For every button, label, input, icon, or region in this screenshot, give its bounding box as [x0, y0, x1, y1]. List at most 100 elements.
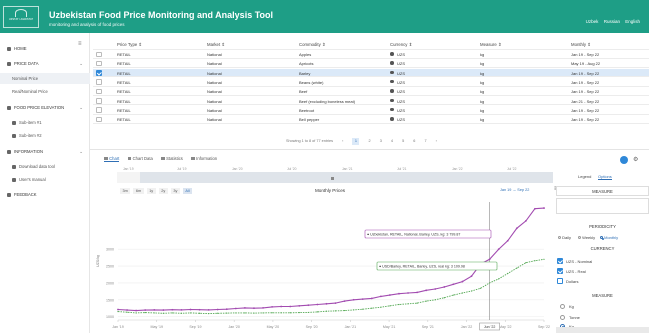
- page-button[interactable]: 2: [369, 139, 371, 143]
- data-point: [362, 308, 364, 310]
- table-row[interactable]: RETAIL National Beef UZS kg Jan 19 - Sep 22: [93, 87, 649, 96]
- radio-weekly[interactable]: [578, 236, 581, 239]
- checkbox-uzs-nominal[interactable]: [557, 258, 563, 264]
- row-checkbox[interactable]: [96, 70, 102, 76]
- periodicity-weekly[interactable]: Weekly: [578, 235, 595, 240]
- page-button[interactable]: 4: [391, 139, 393, 143]
- tab-statistics[interactable]: Statistics: [161, 156, 183, 161]
- legend-toggle[interactable]: Legend: [578, 174, 591, 179]
- tab-chart-data[interactable]: Chart Data: [127, 156, 153, 161]
- zoom-3m-button[interactable]: 3m: [120, 188, 131, 194]
- currency-dot-icon: [390, 61, 394, 65]
- data-point: [307, 304, 310, 307]
- cell-price-type: RETAIL: [117, 61, 131, 67]
- data-point: [126, 311, 128, 313]
- radio-measure-kg[interactable]: [560, 304, 565, 309]
- column-header-monthly[interactable]: Monthly ⇕: [571, 42, 591, 48]
- horizontal-scrollbar[interactable]: [556, 327, 649, 333]
- data-point: [507, 272, 509, 275]
- sidebar-item-home[interactable]: HOME: [0, 43, 90, 54]
- data-point: [216, 308, 219, 311]
- column-header-commodity[interactable]: Commodity ⇕: [299, 42, 326, 48]
- data-point: [379, 295, 382, 298]
- radio-monthly[interactable]: [600, 236, 604, 240]
- radio-daily[interactable]: [558, 236, 561, 239]
- zoom-3y-button[interactable]: 3y: [170, 188, 180, 194]
- sidebar-item-sub-2[interactable]: Sub-item #2: [0, 130, 90, 141]
- row-checkbox[interactable]: [96, 79, 102, 85]
- row-checkbox[interactable]: [96, 60, 102, 67]
- table-row[interactable]: RETAIL National Apples UZS kg Jan 19 - Sep 22: [93, 50, 649, 59]
- row-checkbox[interactable]: [96, 98, 102, 104]
- lang-russian[interactable]: Russian: [604, 19, 620, 24]
- zoom-all-button[interactable]: All: [182, 188, 193, 194]
- table-row[interactable]: RETAIL National Bell pepper UZS kg Jan 19 - S…: [93, 115, 649, 124]
- page-button-current[interactable]: 1: [352, 138, 360, 145]
- column-header-price-type[interactable]: Price Type ⇕: [117, 42, 142, 48]
- sidebar-item-price-data[interactable]: PRICE DATA ⌄: [0, 58, 90, 69]
- checkbox-uzs-real[interactable]: [557, 268, 563, 274]
- page-button[interactable]: 6: [413, 139, 415, 143]
- sidebar-item-real-nominal-price[interactable]: Real/Nominal Price: [0, 86, 90, 97]
- sidebar-item-users-manual[interactable]: User's manual: [0, 174, 90, 185]
- data-point: [443, 297, 445, 299]
- row-checkbox[interactable]: [96, 107, 102, 113]
- zoom-1y-button[interactable]: 1y: [146, 188, 156, 194]
- prev-page-button[interactable]: ‹: [342, 139, 343, 143]
- lang-english[interactable]: English: [625, 19, 640, 24]
- tab-chart[interactable]: Chart: [104, 156, 120, 162]
- sidebar-item-nominal-price[interactable]: Nominal Price: [0, 73, 90, 84]
- checkbox-dollars[interactable]: [557, 278, 563, 284]
- x-tick-label: Sep '22: [538, 325, 550, 329]
- lang-uzbek[interactable]: Uzbek: [586, 19, 599, 24]
- data-point: [334, 302, 337, 305]
- date-range-display[interactable]: Jan 19 → Sep 22: [500, 188, 529, 192]
- zoom-2y-button[interactable]: 2y: [158, 188, 168, 194]
- options-toggle[interactable]: Options: [598, 174, 612, 180]
- data-point: [425, 300, 427, 302]
- row-checkbox[interactable]: [96, 88, 102, 95]
- sidebar-item-sub-1[interactable]: Sub-item #1: [0, 117, 90, 128]
- sidebar-item-food-price-elevation[interactable]: FOOD PRICE ELEVATION ⌄: [0, 102, 90, 113]
- page-button[interactable]: 5: [402, 139, 404, 143]
- data-point: [208, 312, 210, 315]
- page-button[interactable]: 7: [424, 139, 426, 143]
- x-tick-label: May '22: [499, 325, 511, 329]
- sidebar-item-information[interactable]: INFORMATION ⌄: [0, 146, 90, 157]
- table-row[interactable]: RETAIL National Beans (white) UZS kg Jan 19 -…: [93, 78, 649, 87]
- cell-range: Jan 19 - Sep 22: [571, 89, 600, 95]
- chart-options-panel: Legend Options MEASURE PERIODICITY Daily…: [556, 160, 649, 333]
- table-row[interactable]: RETAIL National Apricots UZS kg May 19 - Aug …: [93, 59, 649, 69]
- table-row[interactable]: RETAIL National Barley UZS kg Jan 19 - Sep 22: [93, 68, 649, 78]
- y-tick-label: 2500: [106, 265, 114, 269]
- radio-measure-tonne[interactable]: [560, 315, 565, 320]
- data-point: [452, 294, 454, 296]
- app-logo[interactable]: UZSTAT / AGRISTAT: [3, 6, 39, 28]
- periodicity-monthly[interactable]: Monthly: [600, 235, 618, 240]
- row-checkbox[interactable]: [96, 51, 102, 57]
- zoom-6m-button[interactable]: 6m: [133, 188, 144, 194]
- page-button[interactable]: 3: [380, 139, 382, 143]
- x-tick-label: Jan '19: [112, 325, 123, 329]
- range-navigator-selection[interactable]: [140, 172, 553, 183]
- column-header-market[interactable]: Market ⇕: [207, 42, 225, 48]
- sidebar-item-download-data[interactable]: Download data tool: [0, 161, 90, 172]
- periodicity-daily[interactable]: Daily: [558, 235, 571, 240]
- measure-select[interactable]: [556, 198, 649, 214]
- table-row[interactable]: RETAIL National Beetroot UZS kg Jan 19 - Sep …: [93, 106, 649, 115]
- data-point: [516, 267, 518, 269]
- tab-information[interactable]: Information: [191, 156, 217, 161]
- sidebar-item-feedback[interactable]: FEEDBACK: [0, 189, 90, 200]
- column-header-measure[interactable]: Measure ⇕: [480, 42, 502, 48]
- price-chart[interactable]: 1000 1500 2000 2500 3000 Jan '19 May '19 Sep '1…: [90, 196, 556, 333]
- hover-date-label: Jun '22: [484, 325, 495, 329]
- next-page-button[interactable]: ›: [436, 139, 437, 143]
- row-checkbox[interactable]: [96, 116, 102, 123]
- navigator-handle[interactable]: [331, 177, 334, 180]
- table-row[interactable]: RETAIL National Beef (excluding boneless m…: [93, 97, 649, 106]
- cell-market: National: [207, 79, 222, 85]
- sidebar: ≡ HOME PRICE DATA ⌄ Nominal Price Real/No…: [0, 33, 90, 333]
- data-point: [135, 312, 137, 314]
- column-header-currency[interactable]: Currency ⇕: [390, 42, 412, 48]
- cell-currency: UZS: [397, 98, 405, 104]
